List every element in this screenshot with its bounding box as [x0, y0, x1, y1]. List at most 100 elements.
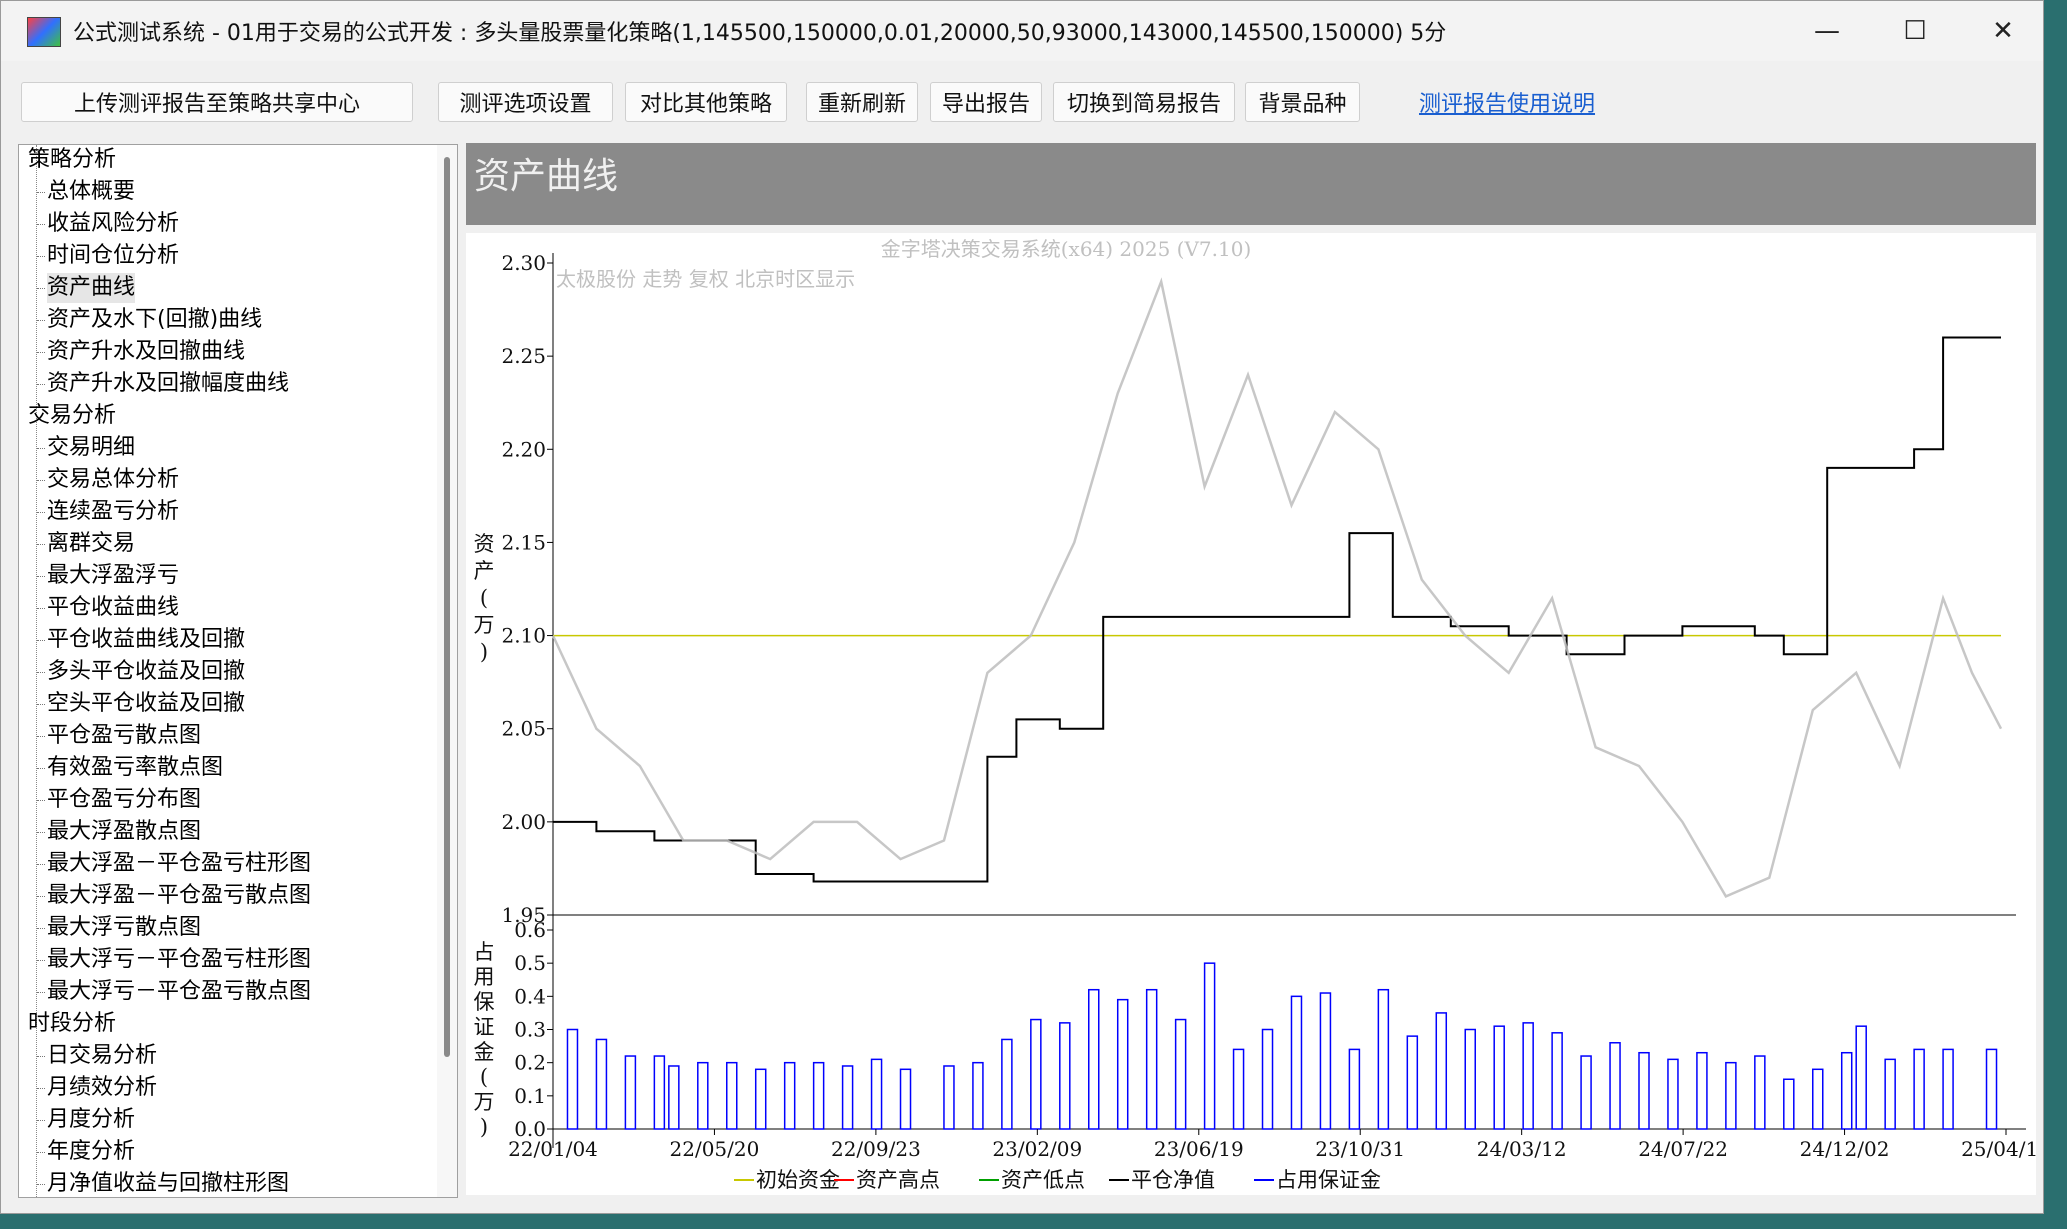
- window-title: 公式测试系统 - 01用于交易的公式开发 : 多头量股票量化策略(1,14550…: [73, 21, 1447, 46]
- maximize-icon: ☐: [1903, 16, 1927, 46]
- tree-item[interactable]: 连续盈亏分析: [36, 497, 179, 527]
- margin-bar: [1783, 1078, 1795, 1130]
- margin-y-tick-label: 0.1: [514, 1084, 546, 1108]
- maximize-button[interactable]: ☐: [1871, 1, 1959, 61]
- margin-bar: [1464, 1028, 1476, 1130]
- margin-bar: [841, 1065, 854, 1130]
- tree-group[interactable]: 交易分析: [28, 401, 116, 431]
- margin-bar: [1174, 1018, 1187, 1130]
- chart-title: 金字塔决策交易系统(x64) 2025 (V7.10): [881, 237, 1252, 261]
- legend-label: 初始资金: [756, 1168, 840, 1192]
- close-icon: ✕: [1992, 16, 2014, 46]
- minimize-icon: —: [1814, 16, 1840, 46]
- margin-y-tick-label: 0.5: [514, 951, 546, 975]
- tree-item[interactable]: 空头平仓收益及回撤: [36, 689, 245, 719]
- x-tick-label: 23/02/09: [992, 1137, 1082, 1161]
- tree-group[interactable]: 策略分析: [28, 145, 116, 175]
- export-report-button[interactable]: 导出报告: [930, 82, 1042, 122]
- tree-item[interactable]: 最大浮亏－平仓盈亏散点图: [36, 977, 311, 1007]
- tree-item[interactable]: 有效盈亏率散点图: [36, 753, 223, 783]
- margin-bar: [566, 1028, 579, 1130]
- x-tick-label: 22/01/04: [508, 1137, 598, 1161]
- tree-item[interactable]: 日交易分析: [36, 1041, 157, 1071]
- close-button[interactable]: ✕: [1959, 1, 2047, 61]
- margin-bar: [726, 1061, 738, 1130]
- margin-bar: [899, 1068, 912, 1130]
- tree-item[interactable]: 平仓收益曲线: [36, 593, 179, 623]
- margin-y-label-char: 用: [474, 965, 495, 989]
- report-help-link[interactable]: 测评报告使用说明: [1419, 86, 1595, 118]
- tree-item[interactable]: 最大浮盈－平仓盈亏散点图: [36, 881, 311, 911]
- sidebar-scrollbar[interactable]: [437, 145, 457, 1197]
- minimize-button[interactable]: —: [1783, 1, 1871, 61]
- x-tick-label: 25/04/15: [1961, 1137, 2036, 1161]
- margin-bar: [1551, 1032, 1563, 1130]
- switch-simple-report-button[interactable]: 切换到简易报告: [1053, 82, 1235, 122]
- tree-item[interactable]: 交易总体分析: [36, 465, 179, 495]
- test-options-button[interactable]: 测评选项设置: [438, 82, 613, 122]
- tree-item[interactable]: 多头平仓收益及回撤: [36, 657, 245, 687]
- tree-item[interactable]: 交易明细: [36, 433, 135, 463]
- tree-item[interactable]: 平仓盈亏分布图: [36, 785, 201, 815]
- scrollbar-thumb[interactable]: [444, 157, 450, 1057]
- margin-bar: [1348, 1048, 1361, 1130]
- tree-item[interactable]: 总体概要: [36, 177, 135, 207]
- margin-bar: [1985, 1048, 1998, 1130]
- y-tick-label: 2.05: [501, 717, 546, 741]
- tree-group[interactable]: 时段分析: [28, 1009, 116, 1039]
- margin-y-tick-label: 0.4: [514, 984, 546, 1008]
- margin-bar: [870, 1058, 883, 1130]
- toolbar: 上传测评报告至策略共享中心 测评选项设置 对比其他策略 重新刷新 导出报告 切换…: [1, 76, 2043, 126]
- margin-bar: [1580, 1055, 1592, 1130]
- tree-item[interactable]: 平仓盈亏散点图: [36, 721, 201, 751]
- tree-item[interactable]: 最大浮亏散点图: [36, 913, 201, 943]
- tree-item[interactable]: 月绩效分析: [36, 1073, 157, 1103]
- tree-item[interactable]: 最大浮盈散点图: [36, 817, 201, 847]
- chart-canvas: 金字塔决策交易系统(x64) 2025 (V7.10) 太极股份 走势 复权 北京…: [474, 237, 2037, 1192]
- margin-bar: [812, 1061, 825, 1130]
- margin-bar: [1638, 1051, 1650, 1130]
- margin-bar: [1522, 1022, 1534, 1130]
- refresh-button[interactable]: 重新刷新: [806, 82, 918, 122]
- tree-item[interactable]: 时间仓位分析: [36, 241, 179, 271]
- tree-item[interactable]: 资产升水及回撤幅度曲线: [36, 369, 289, 399]
- series-line: [553, 336, 2001, 883]
- margin-bar: [653, 1055, 666, 1130]
- x-tick-label: 22/09/23: [831, 1137, 921, 1161]
- series-line: [551, 277, 2003, 898]
- tree-item[interactable]: 月度分析: [36, 1105, 135, 1135]
- margin-bar: [1696, 1051, 1708, 1130]
- margin-bar: [1913, 1048, 1925, 1130]
- asset-curve-chart: 金字塔决策交易系统(x64) 2025 (V7.10) 太极股份 走势 复权 北京…: [466, 233, 2036, 1195]
- tree-item[interactable]: 平仓收益曲线及回撤: [36, 625, 245, 655]
- margin-bar: [1319, 992, 1332, 1130]
- margin-bar: [783, 1061, 796, 1130]
- x-tick-label: 24/07/22: [1638, 1137, 1728, 1161]
- compare-strategy-button[interactable]: 对比其他策略: [625, 82, 787, 122]
- tree-item[interactable]: 收益风险分析: [36, 209, 179, 239]
- tree-item[interactable]: 月净值收益与回撤柱形图: [36, 1169, 289, 1197]
- margin-bar: [1261, 1028, 1274, 1130]
- tree-item[interactable]: 离群交易: [36, 529, 135, 559]
- margin-bar: [1377, 988, 1390, 1130]
- tree-item[interactable]: 资产及水下(回撤)曲线: [36, 305, 262, 335]
- upload-report-button[interactable]: 上传测评报告至策略共享中心: [21, 82, 413, 122]
- background-symbol-button[interactable]: 背景品种: [1245, 82, 1360, 122]
- y-tick-label: 2.00: [501, 810, 546, 834]
- legend-label: 平仓净值: [1131, 1168, 1215, 1192]
- tree-item[interactable]: 资产升水及回撤曲线: [36, 337, 245, 367]
- legend-label: 资产低点: [1001, 1168, 1085, 1192]
- margin-bar: [1435, 1012, 1448, 1130]
- y-axis-label-char: (: [480, 586, 488, 610]
- tree-item[interactable]: 最大浮盈浮亏: [36, 561, 179, 591]
- tree-item[interactable]: 年度分析: [36, 1137, 135, 1167]
- y-tick-label: 2.30: [501, 251, 546, 275]
- margin-bar: [1406, 1035, 1419, 1130]
- tree-item[interactable]: 最大浮亏－平仓盈亏柱形图: [36, 945, 311, 975]
- section-header: 资产曲线: [466, 143, 2036, 225]
- margin-bar: [943, 1065, 955, 1130]
- y-axis-label-char: 万: [474, 613, 495, 637]
- margin-bar: [1840, 1051, 1853, 1130]
- tree-item[interactable]: 资产曲线: [36, 273, 136, 303]
- tree-item[interactable]: 最大浮盈－平仓盈亏柱形图: [36, 849, 311, 879]
